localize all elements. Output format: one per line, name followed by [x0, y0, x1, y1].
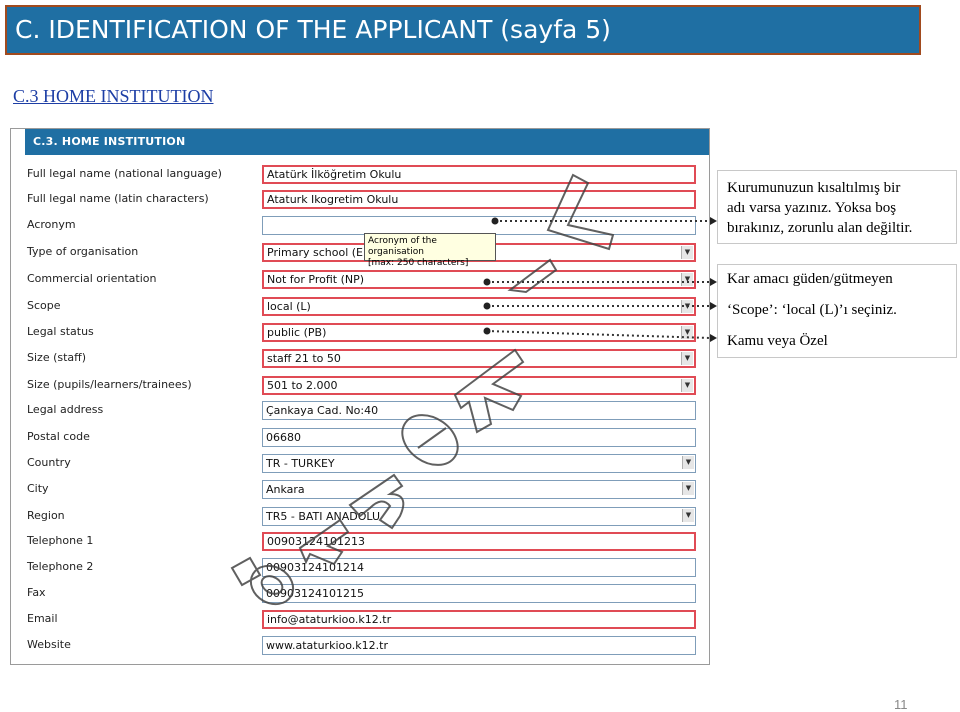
- annotation-dot: [483, 302, 491, 310]
- annotation-arrowhead: [710, 334, 717, 342]
- annotation-arrowhead: [710, 302, 717, 310]
- acronym-note-line-1: Kurumunuzun kısaltılmış bir: [727, 180, 901, 196]
- annotation-arrows: [483, 217, 717, 342]
- acronym-note-line-2: adı varsa yazınız. Yoksa boş: [727, 200, 897, 216]
- watermark: [230, 173, 615, 606]
- annotation-arrow-line: [486, 330, 711, 339]
- dropdown-notes: Kar amacı güden/gütmeyen ‘Scope’: ‘local…: [717, 264, 957, 358]
- annotation-arrowhead: [710, 217, 717, 225]
- annotation-dot: [491, 217, 499, 225]
- acronym-note: Kurumunuzun kısaltılmış bir adı varsa ya…: [717, 170, 957, 244]
- page-number: 11: [894, 697, 908, 712]
- annotation-arrowhead: [710, 278, 717, 286]
- annotation-dot: [483, 327, 491, 335]
- acronym-note-line-3: bırakınız, zorunlu alan değiltir.: [727, 220, 913, 236]
- scope-note: ‘Scope’: ‘local (L)’ı seçiniz.: [727, 302, 897, 318]
- annotation-dot: [483, 278, 491, 286]
- legal-status-note: Kamu veya Özel: [727, 333, 828, 349]
- commercial-note: Kar amacı güden/gütmeyen: [727, 271, 893, 287]
